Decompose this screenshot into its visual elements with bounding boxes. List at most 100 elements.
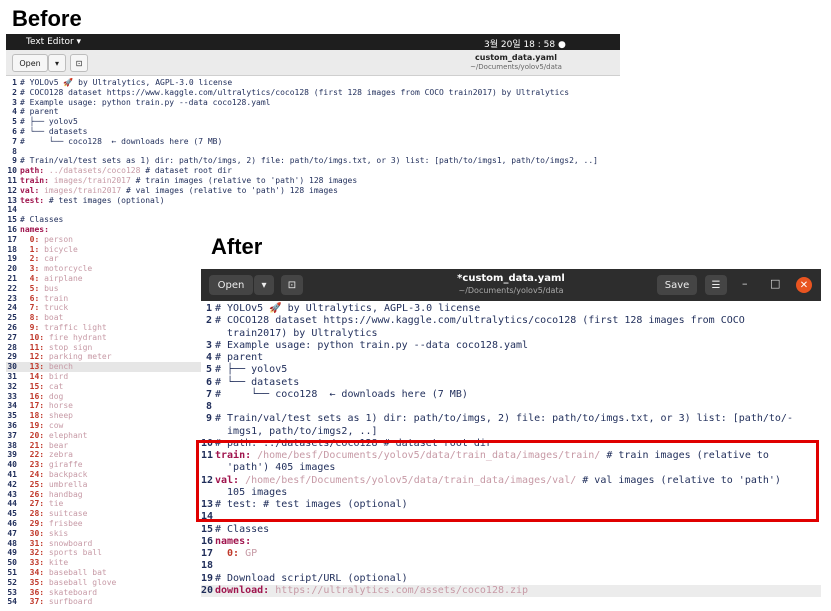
line-number: 40	[7, 460, 17, 470]
class-name: umbrella	[44, 479, 88, 489]
class-line: 53 36: skateboard	[6, 588, 97, 598]
code-line: 11 train: /home/besf/Documents/yolov5/dat…	[201, 450, 821, 462]
class-name: cow	[44, 421, 64, 430]
open-button[interactable]: Open	[12, 54, 48, 72]
class-name: bear	[44, 440, 69, 450]
code-line: 7 # └── coco128 ← downloads here (7 MB)	[6, 137, 222, 147]
class-index: 28:	[20, 509, 45, 519]
class-name: skateboard	[44, 587, 98, 597]
save-button[interactable]: Save	[657, 275, 697, 295]
class-line: 44 27: tie	[6, 499, 63, 509]
line-number: 10	[7, 166, 17, 176]
line-number: 29	[7, 352, 17, 362]
class-name: elephant	[44, 430, 88, 440]
class-line: 40 23: giraffe	[6, 460, 83, 470]
code-text: # Classes	[215, 523, 270, 535]
class-index: 19:	[20, 421, 45, 430]
yaml-value: images/train2017	[39, 185, 122, 195]
line-number: 5	[12, 117, 17, 127]
line-number: 20	[7, 264, 17, 274]
class-line: 37 20: elephant	[6, 431, 87, 441]
line-number: 3	[12, 97, 17, 107]
line-number: 21	[7, 274, 17, 283]
line-number: 14	[201, 511, 214, 523]
class-index: 34:	[20, 568, 45, 577]
class-name: baseball bat	[44, 568, 107, 577]
line-number: 54	[7, 597, 17, 607]
code-text: # Download script/URL (optional)	[215, 572, 408, 584]
class-line: 33 16: dog	[6, 392, 63, 402]
code-line: 15 # Classes	[6, 215, 63, 225]
class-line: 42 25: umbrella	[6, 480, 87, 490]
class-name: handbag	[44, 489, 83, 499]
line-number: 52	[7, 577, 17, 587]
class-name: person	[39, 234, 73, 244]
line-number: 38	[7, 440, 17, 450]
code-line: 1 # YOLOv5 🚀 by Ultralytics, AGPL-3.0 lic…	[6, 78, 232, 88]
class-index: 22:	[20, 450, 45, 460]
yaml-key: names:	[215, 535, 252, 547]
line-number: 15	[201, 523, 214, 535]
class-line: 41 24: backpack	[6, 470, 87, 480]
class-line: 27 10: fire hydrant	[6, 332, 106, 343]
after-text-area[interactable]: 1 # YOLOv5 🚀 by Ultralytics, AGPL-3.0 lic…	[201, 301, 821, 611]
class-line: 18 1: bicycle	[6, 244, 78, 255]
code-text: # parent	[20, 107, 59, 117]
yaml-value: images/train2017	[48, 176, 131, 185]
line-number: 9	[12, 156, 17, 166]
yaml-comment: # dataset root dir	[140, 166, 232, 176]
line-number: 47	[7, 528, 17, 538]
line-number: 2	[12, 87, 17, 97]
class-index: 6:	[20, 293, 40, 303]
hamburger-menu-button[interactable]: ☰	[705, 275, 727, 295]
class-index: 37:	[20, 597, 45, 607]
open-menu-button[interactable]: ▾	[48, 54, 66, 72]
class-name: giraffe	[44, 460, 83, 470]
clock[interactable]: 3월 20일 18 : 58 ●	[484, 37, 566, 50]
class-line: 36 19: cow	[6, 421, 63, 431]
new-tab-button[interactable]: ⊡	[281, 275, 303, 295]
code-line: 9 # Train/val/test sets as 1) dir: path/t…	[6, 156, 598, 166]
code-line: 17 0: GP	[201, 548, 821, 560]
class-name: sports ball	[44, 548, 102, 558]
class-name: motorcycle	[39, 264, 93, 274]
class-name: baseball glove	[44, 577, 117, 587]
open-button[interactable]: Open	[209, 275, 253, 295]
code-text: # Classes	[20, 215, 64, 225]
line-number: 49	[7, 548, 17, 558]
line-number: 48	[7, 538, 17, 548]
minimize-button[interactable]: –	[742, 277, 748, 290]
code-line: 3 # Example usage: python train.py --data…	[6, 98, 270, 108]
yaml-value: https://ultralytics.com/assets/coco128.z…	[269, 584, 529, 596]
yaml-key: val:	[20, 185, 40, 195]
new-tab-button[interactable]: ⊡	[70, 54, 88, 72]
line-number: 51	[7, 568, 17, 577]
class-line: 22 5: bus	[6, 284, 58, 294]
open-menu-button[interactable]: ▾	[254, 275, 274, 295]
code-line: 9 # Train/val/test sets as 1) dir: path/t…	[201, 413, 821, 425]
line-number: 15	[7, 215, 17, 225]
class-line: 52 35: baseball glove	[6, 578, 116, 588]
class-index: 32:	[20, 548, 45, 558]
line-number: 6	[205, 376, 212, 388]
code-text: 'path') 405 images	[215, 462, 336, 474]
code-text: # parent	[215, 352, 264, 363]
line-number: 6	[12, 127, 17, 136]
line-number: 23	[7, 293, 17, 303]
line-number: 7	[12, 136, 17, 146]
close-icon: ✕	[799, 279, 809, 291]
close-button[interactable]: ✕	[796, 277, 812, 293]
line-number: 27	[7, 332, 17, 342]
class-line: 20 3: motorcycle	[6, 264, 92, 274]
class-line: 47 30: skis	[6, 529, 68, 539]
app-menu[interactable]: Text Editor ▾	[26, 37, 81, 47]
code-text: # path: ../datasets/coco128 # dataset ro…	[215, 437, 492, 449]
window-title: custom_data.yaml	[475, 53, 557, 62]
yaml-value: ../datasets/coco128	[44, 166, 141, 176]
class-name: bicycle	[39, 244, 78, 254]
line-number: 46	[7, 519, 17, 528]
after-window: Open ▾ ⊡ *custom_data.yaml ~/Documents/y…	[201, 269, 821, 611]
maximize-button[interactable]: □	[770, 277, 780, 290]
line-number: 20	[201, 584, 214, 596]
class-name: sheep	[44, 411, 73, 421]
